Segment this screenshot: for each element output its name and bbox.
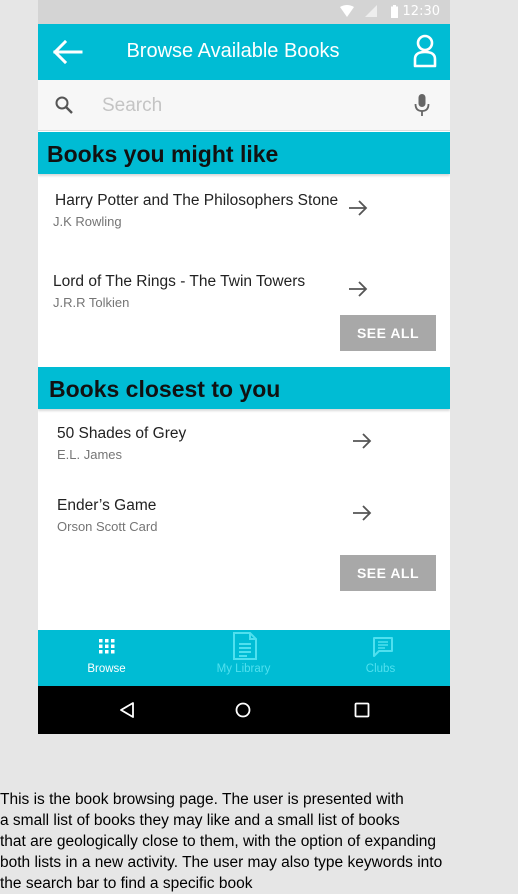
status-time: 12:30: [402, 4, 440, 19]
arrow-right-icon[interactable]: [348, 280, 368, 298]
home-circle-icon[interactable]: [235, 702, 251, 718]
section-title: Books closest to you: [49, 376, 281, 402]
search-icon: [55, 96, 73, 114]
system-navigation-bar: [38, 686, 450, 734]
caption-line: a small list of books they may like and …: [0, 812, 400, 829]
book-title: Harry Potter and The Philosophers Stone: [55, 192, 339, 209]
document-icon: [233, 632, 257, 660]
tab-label: Browse: [87, 663, 126, 675]
caption-line: that are geologically close to them, wit…: [0, 833, 436, 850]
wifi-icon: [340, 5, 354, 17]
chat-icon: [373, 637, 393, 657]
book-title: Ender’s Game: [57, 497, 157, 514]
tab-label: Clubs: [365, 663, 396, 675]
caption-line: This is the book browsing page. The user…: [0, 791, 404, 808]
section-header-closest: Books closest to you: [38, 367, 450, 409]
grid-icon: [99, 639, 115, 654]
book-title: Lord of The Rings - The Twin Towers: [53, 273, 306, 290]
microphone-icon[interactable]: [414, 94, 430, 116]
caption-line: both lists in a new activity. The user m…: [0, 854, 443, 871]
book-list-item[interactable]: Harry Potter and The Philosophers Stone …: [38, 185, 450, 245]
back-triangle-icon[interactable]: [119, 702, 135, 718]
app-bar: Browse Available Books: [38, 24, 450, 80]
status-bar: 12:30: [38, 0, 450, 24]
caption-line: the search bar to find a specific book: [0, 875, 253, 892]
arrow-right-icon[interactable]: [352, 432, 372, 450]
search-bar: [38, 80, 450, 131]
see-all-button[interactable]: SEE ALL: [340, 315, 436, 351]
section-title: Books you might like: [47, 141, 279, 167]
book-list-item[interactable]: Ender’s Game Orson Scott Card: [38, 490, 450, 550]
book-title: 50 Shades of Grey: [57, 425, 187, 442]
book-author: J.R.R Tolkien: [53, 295, 130, 310]
see-all-button[interactable]: SEE ALL: [340, 555, 436, 591]
book-list-item[interactable]: 50 Shades of Grey E.L. James: [38, 418, 450, 478]
book-author: Orson Scott Card: [57, 519, 158, 534]
page-title: Browse Available Books: [126, 40, 340, 62]
tab-label: My Library: [216, 663, 271, 675]
arrow-right-icon[interactable]: [348, 199, 368, 217]
phone-screen: 12:30 Browse Available Books Books you m…: [38, 0, 450, 734]
book-author: J.K Rowling: [53, 214, 122, 229]
book-author: E.L. James: [57, 447, 123, 462]
tab-browse[interactable]: Browse: [38, 630, 175, 686]
search-input[interactable]: [100, 90, 404, 122]
profile-icon[interactable]: [412, 34, 438, 68]
section-header-might-like: Books you might like: [38, 132, 450, 174]
recents-square-icon[interactable]: [354, 702, 370, 718]
battery-icon: [391, 5, 398, 18]
tab-my-library[interactable]: My Library: [175, 630, 312, 686]
tab-clubs[interactable]: Clubs: [312, 630, 449, 686]
signal-icon: [365, 5, 377, 17]
bottom-navigation: Browse My Library Clubs: [38, 630, 450, 686]
description-caption: This is the book browsing page. The user…: [0, 789, 518, 894]
arrow-right-icon[interactable]: [352, 504, 372, 522]
